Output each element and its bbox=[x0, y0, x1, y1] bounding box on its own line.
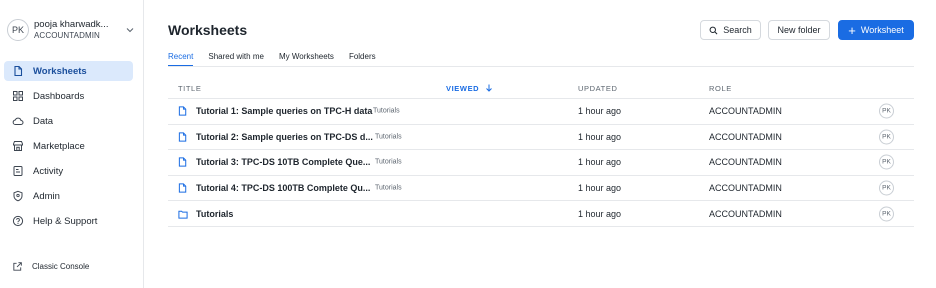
arrow-down-icon bbox=[486, 84, 492, 92]
column-updated[interactable]: UPDATED bbox=[578, 84, 617, 93]
classic-console-label: Classic Console bbox=[32, 262, 90, 271]
worksheet-file-icon bbox=[178, 106, 187, 116]
search-label: Search bbox=[723, 25, 752, 35]
row-updated: 1 hour ago bbox=[578, 131, 622, 142]
shield-icon bbox=[12, 190, 24, 202]
row-role: ACCOUNTADMIN bbox=[709, 157, 782, 168]
sidebar-item-worksheets[interactable]: Worksheets bbox=[4, 61, 133, 81]
row-title[interactable]: Tutorials bbox=[196, 209, 233, 219]
user-menu[interactable]: PK pooja kharwadk... ACCOUNTADMIN bbox=[7, 16, 135, 44]
row-title[interactable]: Tutorial 1: Sample queries on TPC-H data bbox=[196, 106, 372, 116]
row-folder-tag[interactable]: Tutorials bbox=[375, 159, 402, 166]
worksheets-table: TITLE VIEWED UPDATED ROLE Tutorial 1: Sa… bbox=[168, 76, 914, 227]
sidebar-item-marketplace[interactable]: Marketplace bbox=[4, 136, 133, 156]
row-updated: 1 hour ago bbox=[578, 106, 622, 117]
chevron-down-icon[interactable] bbox=[125, 25, 135, 35]
sidebar-item-label: Data bbox=[33, 115, 54, 127]
external-link-icon bbox=[13, 262, 22, 271]
row-updated: 1 hour ago bbox=[578, 183, 622, 194]
worksheet-file-icon bbox=[178, 183, 187, 193]
tab-recent[interactable]: Recent bbox=[168, 45, 194, 67]
file-icon bbox=[12, 65, 24, 77]
sidebar-item-admin[interactable]: Admin bbox=[4, 186, 133, 206]
row-folder-tag[interactable]: Tutorials bbox=[375, 133, 402, 140]
table-row[interactable]: Tutorial 2: Sample queries on TPC-DS d..… bbox=[168, 125, 914, 151]
sidebar: PK pooja kharwadk... ACCOUNTADMIN Worksh… bbox=[0, 0, 144, 288]
sidebar-item-dashboards[interactable]: Dashboards bbox=[4, 86, 133, 106]
sidebar-item-label: Admin bbox=[33, 190, 60, 202]
row-title[interactable]: Tutorial 2: Sample queries on TPC-DS d..… bbox=[196, 132, 373, 142]
owner-avatar: PK bbox=[879, 103, 894, 119]
row-title[interactable]: Tutorial 3: TPC-DS 10TB Complete Que... bbox=[196, 157, 370, 167]
table-row[interactable]: Tutorial 3: TPC-DS 10TB Complete Que... T… bbox=[168, 150, 914, 176]
tab-divider bbox=[168, 66, 914, 67]
worksheet-file-icon bbox=[178, 157, 187, 168]
plus-icon: + bbox=[848, 22, 856, 38]
folder-icon bbox=[178, 210, 188, 219]
tab-my-worksheets[interactable]: My Worksheets bbox=[279, 45, 334, 67]
sidebar-item-activity[interactable]: Activity bbox=[4, 161, 133, 181]
row-folder-tag[interactable]: Tutorials bbox=[375, 185, 402, 192]
avatar: PK bbox=[7, 19, 29, 41]
row-updated: 1 hour ago bbox=[578, 208, 622, 219]
owner-avatar: PK bbox=[879, 180, 894, 196]
row-role: ACCOUNTADMIN bbox=[709, 183, 782, 194]
table-row[interactable]: Tutorial 1: Sample queries on TPC-H data… bbox=[168, 99, 914, 125]
sidebar-nav: Worksheets Dashboards Data Marketplace A… bbox=[4, 61, 133, 236]
row-folder-tag[interactable]: Tutorials bbox=[373, 108, 400, 115]
activity-icon bbox=[12, 165, 24, 177]
sidebar-item-label: Help & Support bbox=[33, 215, 98, 227]
column-role[interactable]: ROLE bbox=[709, 84, 732, 93]
column-title[interactable]: TITLE bbox=[178, 84, 201, 93]
row-role: ACCOUNTADMIN bbox=[709, 131, 782, 142]
search-icon bbox=[709, 26, 718, 34]
tab-bar: Recent Shared with me My Worksheets Fold… bbox=[168, 45, 391, 67]
row-role: ACCOUNTADMIN bbox=[709, 208, 782, 219]
sidebar-item-label: Marketplace bbox=[33, 140, 85, 152]
user-name: pooja kharwadk... bbox=[34, 19, 109, 30]
tab-shared-with-me[interactable]: Shared with me bbox=[208, 45, 264, 67]
cloud-icon bbox=[12, 115, 24, 127]
user-role: ACCOUNTADMIN bbox=[34, 31, 100, 40]
page-title: Worksheets bbox=[168, 22, 248, 38]
new-worksheet-button[interactable]: + Worksheet bbox=[838, 20, 914, 40]
new-folder-button[interactable]: New folder bbox=[768, 20, 830, 40]
sidebar-item-help[interactable]: Help & Support bbox=[4, 211, 133, 231]
table-row[interactable]: Tutorial 4: TPC-DS 100TB Complete Qu... T… bbox=[168, 176, 914, 202]
sidebar-item-label: Worksheets bbox=[33, 65, 87, 77]
row-updated: 1 hour ago bbox=[578, 157, 622, 168]
worksheet-file-icon bbox=[178, 132, 187, 142]
search-button[interactable]: Search bbox=[700, 20, 761, 40]
table-header: TITLE VIEWED UPDATED ROLE bbox=[168, 76, 914, 99]
tab-folders[interactable]: Folders bbox=[349, 45, 376, 67]
sidebar-item-label: Dashboards bbox=[33, 90, 85, 102]
help-icon bbox=[12, 215, 24, 227]
grid-icon bbox=[12, 90, 24, 102]
sidebar-item-data[interactable]: Data bbox=[4, 111, 133, 131]
store-icon bbox=[12, 140, 24, 152]
classic-console-link[interactable]: Classic Console bbox=[12, 261, 89, 272]
row-title[interactable]: Tutorial 4: TPC-DS 100TB Complete Qu... bbox=[196, 183, 370, 193]
new-folder-label: New folder bbox=[777, 25, 821, 35]
owner-avatar: PK bbox=[879, 154, 894, 170]
column-viewed[interactable]: VIEWED bbox=[446, 84, 493, 93]
owner-avatar: PK bbox=[879, 129, 894, 145]
column-viewed-label: VIEWED bbox=[446, 84, 480, 93]
owner-avatar: PK bbox=[879, 206, 894, 222]
table-row[interactable]: Tutorials 1 hour ago ACCOUNTADMIN PK bbox=[168, 201, 914, 227]
table-body: Tutorial 1: Sample queries on TPC-H data… bbox=[168, 99, 914, 227]
row-role: ACCOUNTADMIN bbox=[709, 106, 782, 117]
sidebar-item-label: Activity bbox=[33, 165, 64, 177]
new-worksheet-label: Worksheet bbox=[860, 25, 904, 35]
